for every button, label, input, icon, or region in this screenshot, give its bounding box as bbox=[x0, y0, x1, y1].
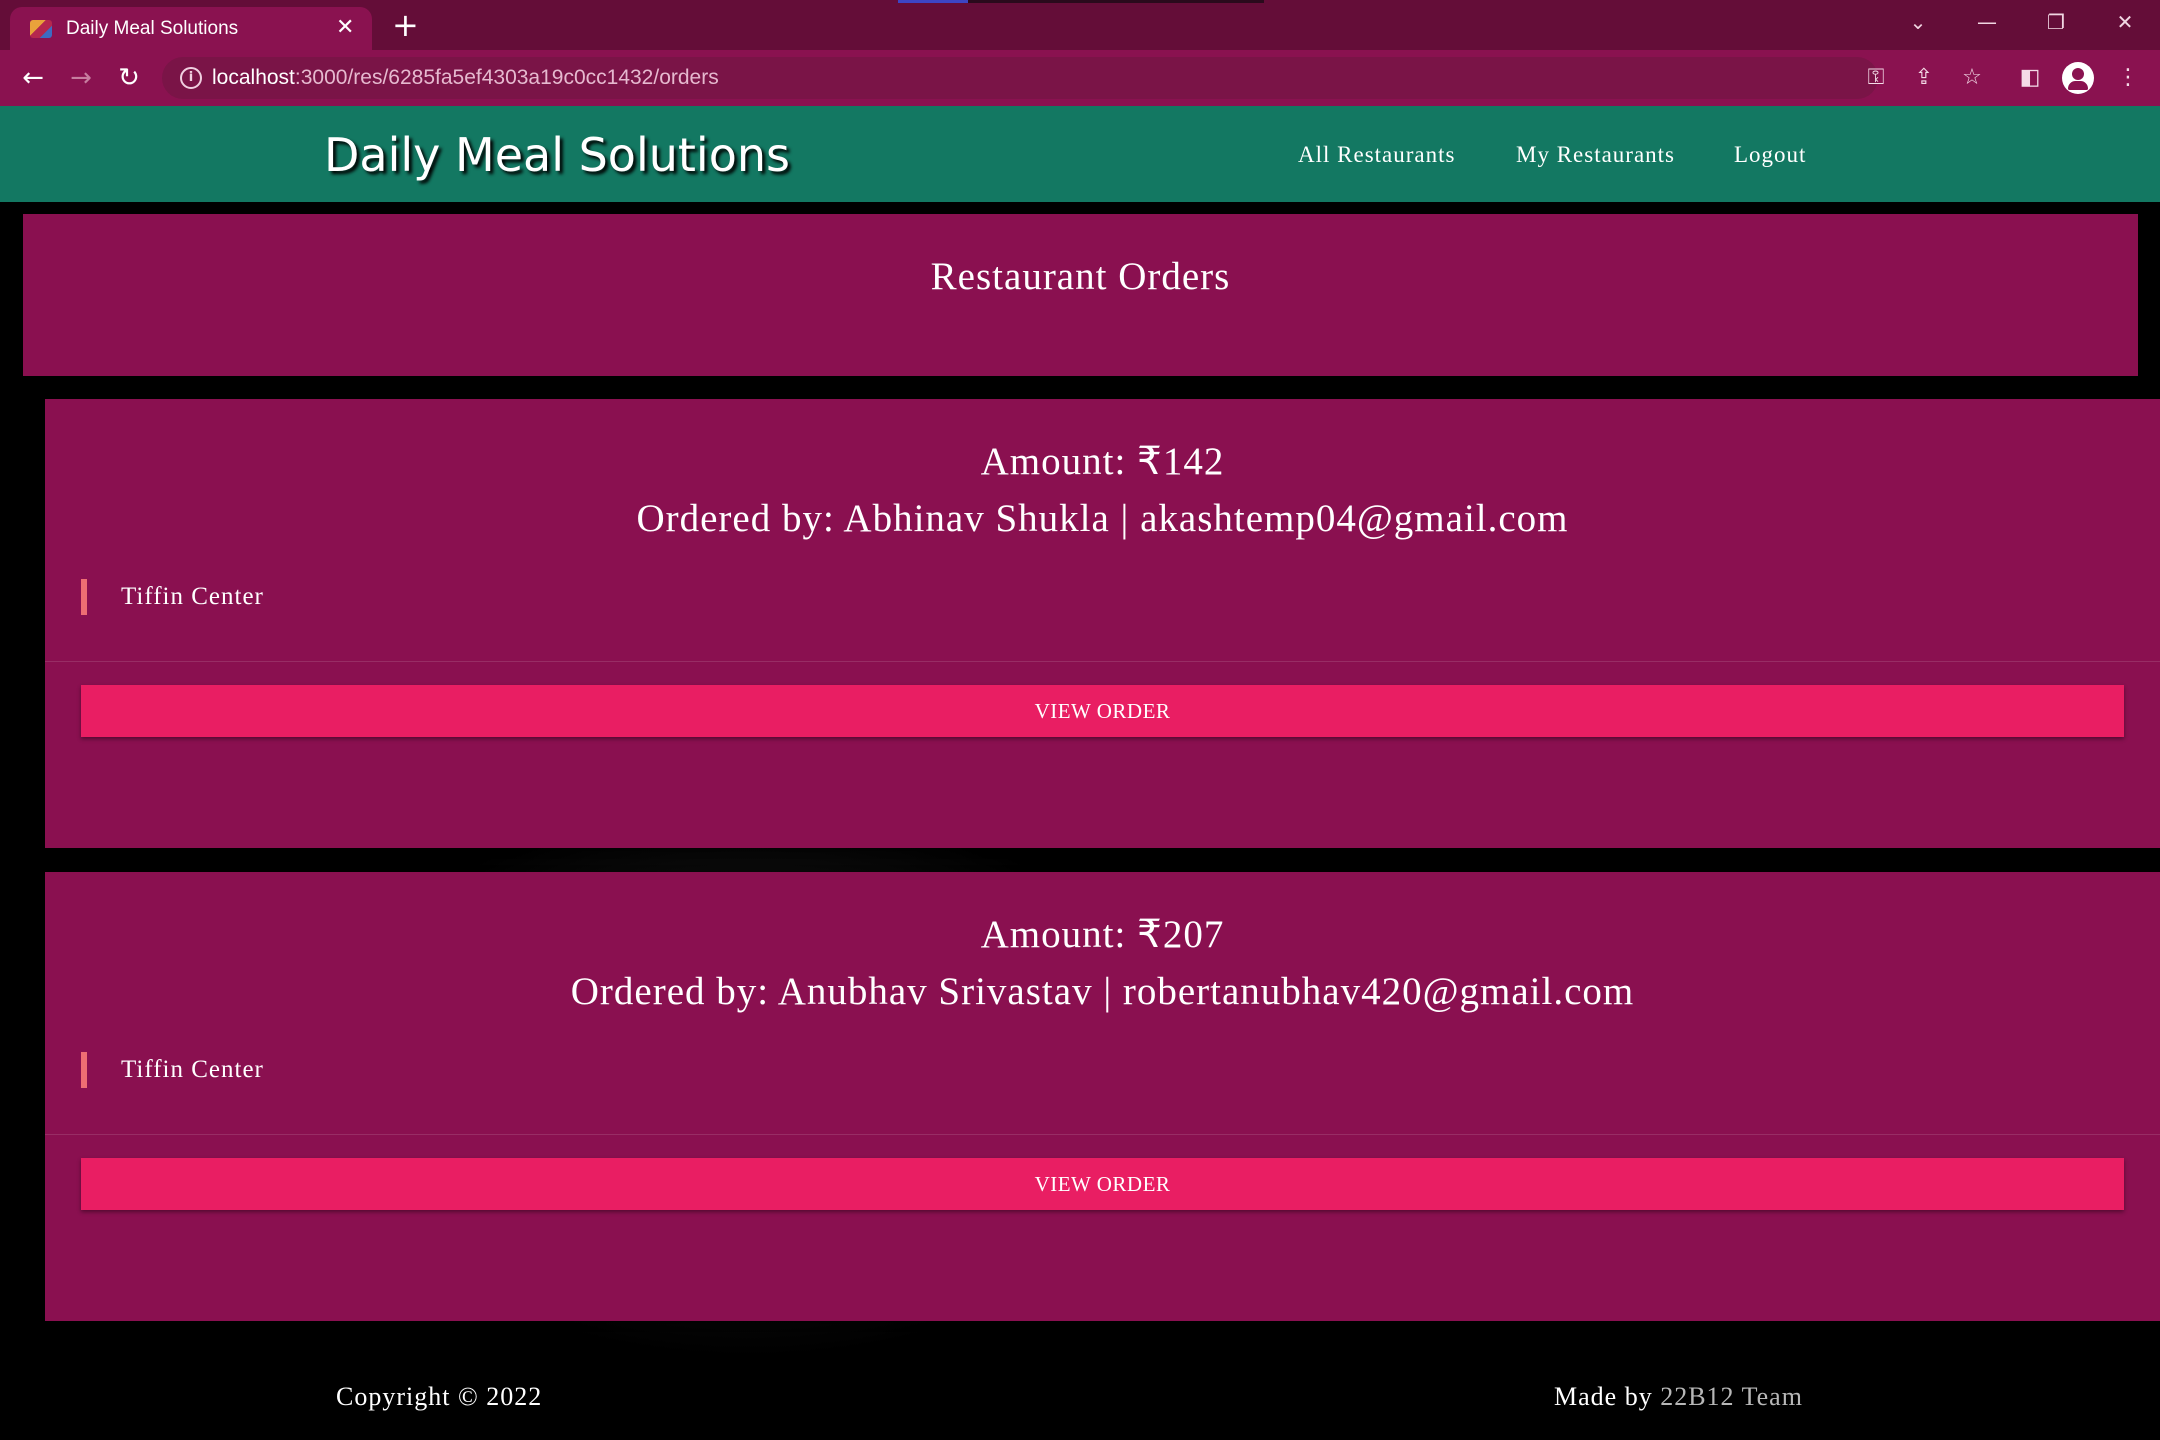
tabstrip-accent bbox=[898, 0, 968, 3]
nav-link-all-restaurants[interactable]: All Restaurants bbox=[1298, 142, 1455, 168]
brand-logo[interactable]: Daily Meal Solutions bbox=[324, 128, 790, 182]
url-text[interactable]: localhost:3000/res/6285fa5ef4303a19c0cc1… bbox=[212, 66, 719, 90]
reload-icon[interactable]: ↻ bbox=[109, 60, 149, 96]
footer-made-by: Made by bbox=[1554, 1382, 1653, 1411]
order-customer: Ordered by: Abhinav Shukla | akashtemp04… bbox=[636, 497, 1569, 540]
nav-link-my-restaurants[interactable]: My Restaurants bbox=[1516, 142, 1675, 168]
browser-tab[interactable]: Daily Meal Solutions ✕ bbox=[10, 7, 372, 50]
footer-team-link[interactable]: 22B12 Team bbox=[1660, 1382, 1803, 1411]
tab-title: Daily Meal Solutions bbox=[66, 18, 239, 39]
side-panel-icon[interactable]: ◧ bbox=[2012, 60, 2048, 96]
favicon-icon bbox=[30, 20, 52, 38]
order-amount: Amount: ₹142 bbox=[980, 440, 1225, 483]
forward-icon[interactable]: → bbox=[61, 60, 101, 96]
url-path: :3000/res/6285fa5ef4303a19c0cc1432/order… bbox=[294, 66, 719, 89]
close-tab-icon[interactable]: ✕ bbox=[336, 15, 354, 41]
tabstrip-accent bbox=[968, 0, 1264, 3]
back-icon[interactable]: ← bbox=[13, 60, 53, 96]
restore-button[interactable]: ❐ bbox=[2036, 8, 2076, 36]
url-host: localhost bbox=[212, 66, 295, 89]
close-window-button[interactable]: ✕ bbox=[2105, 8, 2145, 36]
view-order-button[interactable]: VIEW ORDER bbox=[81, 1158, 2124, 1210]
address-bar[interactable]: i localhost:3000/res/6285fa5ef4303a19c0c… bbox=[162, 57, 1878, 99]
key-icon[interactable]: ⚿ bbox=[1858, 60, 1894, 96]
page-title: Restaurant Orders bbox=[930, 255, 1231, 298]
browser-toolbar: ← → ↻ i localhost:3000/res/6285fa5ef4303… bbox=[0, 50, 2160, 106]
order-restaurant-name: Tiffin Center bbox=[81, 1052, 264, 1088]
order-card: Amount: ₹142 Ordered by: Abhinav Shukla … bbox=[45, 399, 2160, 848]
order-customer: Ordered by: Anubhav Srivastav | robertan… bbox=[570, 970, 1635, 1013]
card-divider bbox=[45, 1134, 2160, 1135]
menu-kebab-icon[interactable]: ⋮ bbox=[2110, 60, 2146, 96]
view-order-button[interactable]: VIEW ORDER bbox=[81, 685, 2124, 737]
order-amount: Amount: ₹207 bbox=[980, 913, 1225, 956]
tab-search-icon[interactable]: ⌄ bbox=[1898, 8, 1938, 36]
site-info-icon[interactable]: i bbox=[180, 67, 202, 89]
profile-avatar-icon[interactable] bbox=[2062, 62, 2094, 94]
card-divider bbox=[45, 661, 2160, 662]
footer-credits: Made by 22B12 Team bbox=[1554, 1382, 1803, 1412]
bookmark-star-icon[interactable]: ☆ bbox=[1954, 60, 1990, 96]
page-header-card: Restaurant Orders bbox=[23, 214, 2138, 376]
footer-copyright: Copyright © 2022 bbox=[336, 1382, 543, 1411]
site-navbar: Daily Meal Solutions All Restaurants My … bbox=[0, 106, 2160, 202]
minimize-button[interactable]: — bbox=[1967, 8, 2007, 36]
order-card: Amount: ₹207 Ordered by: Anubhav Srivast… bbox=[45, 872, 2160, 1321]
order-restaurant-name: Tiffin Center bbox=[81, 579, 264, 615]
nav-link-logout[interactable]: Logout bbox=[1734, 142, 1806, 168]
share-icon[interactable]: ⇪ bbox=[1906, 60, 1942, 96]
browser-tab-bar: Daily Meal Solutions ✕ + ⌄ — ❐ ✕ bbox=[0, 0, 2160, 50]
new-tab-button[interactable]: + bbox=[392, 5, 419, 45]
